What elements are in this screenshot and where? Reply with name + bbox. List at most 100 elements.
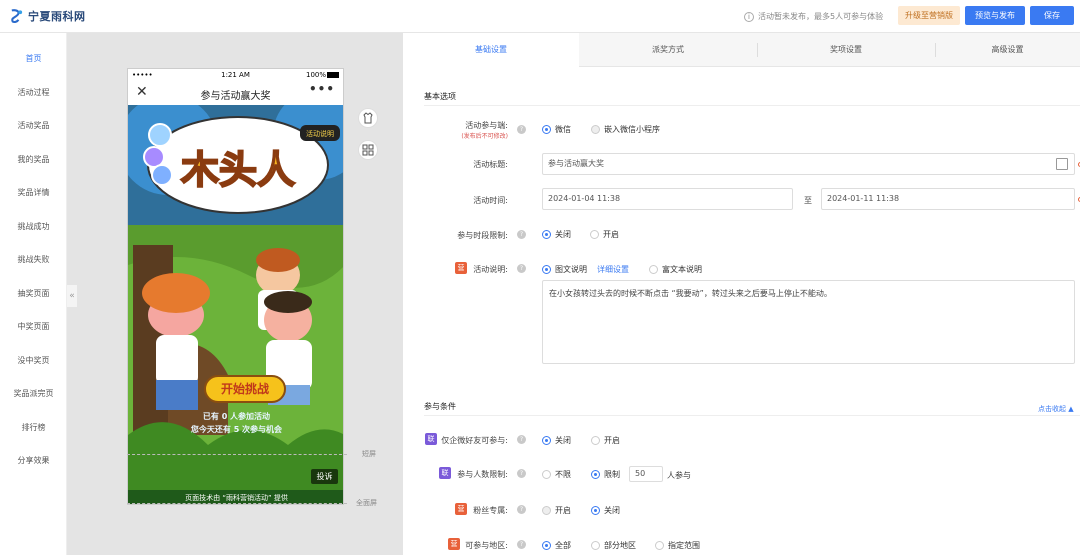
tab-advanced[interactable]: 高级设置 (935, 33, 1080, 67)
end-time-input[interactable]: 2024-01-11 11:38 (821, 188, 1075, 210)
more-icon[interactable]: ••• (309, 82, 335, 96)
radio-unchecked-icon (542, 470, 551, 479)
radio-friends-on[interactable]: 开启 (591, 435, 620, 446)
section-divider (424, 105, 1080, 106)
radio-fans-on-label: 开启 (555, 506, 571, 515)
preview-tools (358, 108, 378, 172)
radio-checked-icon (542, 436, 551, 445)
participant-label: 活动参与端: (发布后不可修改) (408, 120, 508, 140)
notice-text: 活动暂未发布，最多5人可参与体验 (758, 12, 884, 21)
radio-checked-icon (542, 541, 551, 550)
title-input[interactable]: 参与活动赢大奖 (542, 153, 1075, 175)
radio-fans-on[interactable]: 开启 (542, 505, 571, 516)
help-icon[interactable]: ? (517, 125, 526, 134)
collapse-sidebar-button[interactable]: « (67, 285, 77, 307)
logo[interactable]: 宁夏雨科网 (9, 8, 86, 24)
sidebar-item-prize-detail[interactable]: 奖品详情 (0, 187, 67, 198)
region-label: 可参与地区: (465, 541, 508, 550)
radio-wechat[interactable]: 微信 (542, 124, 571, 135)
poster-title-text: 木头人 (181, 148, 295, 192)
radio-fans-off-label: 关闭 (604, 506, 620, 515)
collapse-link[interactable]: 点击收起 ▲ (1038, 404, 1074, 414)
upgrade-button[interactable]: 升级至营销版 (898, 6, 960, 25)
start-challenge-button[interactable]: 开始挑战 (204, 375, 286, 403)
fans-only-label: 粉丝专属: (473, 506, 508, 515)
layout-icon[interactable] (358, 140, 378, 160)
radio-checked-icon (591, 470, 600, 479)
radio-unchecked-icon (542, 506, 551, 515)
radio-period-off-label: 关闭 (555, 230, 571, 239)
poster-image: 木头人 活动说明 开始挑战 已有 0 人参加活动 您今天还有 5 次参与机会 投… (128, 105, 343, 490)
sidebar-item-my-prizes[interactable]: 我的奖品 (0, 154, 67, 165)
full-screen-label: 全面屏 (356, 499, 377, 507)
tab-distribution[interactable]: 派奖方式 (579, 33, 757, 67)
sidebar-item-lottery[interactable]: 抽奖页面 (0, 288, 67, 299)
sidebar-item-prize-gone[interactable]: 奖品派完页 (0, 388, 67, 399)
radio-graphic-desc[interactable]: 图文说明 (542, 264, 587, 275)
radio-unchecked-icon (649, 265, 658, 274)
radio-friends-off-label: 关闭 (555, 436, 571, 445)
logo-mark-icon (11, 9, 23, 24)
title-label: 活动标题: (473, 160, 508, 169)
tab-prizes[interactable]: 奖项设置 (757, 33, 935, 67)
participants-count: 已有 0 人参加活动 (202, 412, 271, 421)
sidebar-item-process[interactable]: 活动过程 (0, 87, 67, 98)
sidebar-item-challenge-fail[interactable]: 挑战失败 (0, 254, 67, 265)
complain-button[interactable]: 投诉 (311, 469, 338, 484)
sidebar-item-challenge-success[interactable]: 挑战成功 (0, 221, 67, 232)
help-icon[interactable]: ? (517, 264, 526, 273)
radio-richtext-desc[interactable]: 富文本说明 (649, 264, 702, 275)
radio-region-range[interactable]: 指定范围 (655, 540, 700, 551)
preview-publish-button[interactable]: 预览与发布 (965, 6, 1025, 25)
theme-icon[interactable] (358, 108, 378, 128)
short-screen-label: 短屏 (362, 450, 376, 458)
radio-checked-icon (542, 265, 551, 274)
sidebar-item-leaderboard[interactable]: 排行榜 (0, 422, 67, 433)
top-bar: 宁夏雨科网 i 活动暂未发布，最多5人可参与体验 升级至营销版 预览与发布 保存 (0, 0, 1080, 33)
sidebar-item-win[interactable]: 中奖页面 (0, 321, 67, 332)
radio-checked-icon (542, 230, 551, 239)
section-basic-title: 基本选项 (424, 92, 456, 101)
sidebar-item-no-win[interactable]: 没中奖页 (0, 355, 67, 366)
publish-notice: i 活动暂未发布，最多5人可参与体验 (744, 11, 883, 22)
friends-only-label: 仅企微好友可参与: (441, 436, 508, 445)
help-icon[interactable]: ? (517, 540, 526, 549)
help-icon[interactable]: ? (517, 505, 526, 514)
phone-navbar: ✕ 参与活动赢大奖 ••• (128, 81, 343, 105)
participant-label-text: 活动参与端: (465, 121, 508, 130)
tab-basic[interactable]: 基础设置 (403, 33, 579, 67)
radio-richtext-desc-label: 富文本说明 (662, 265, 702, 274)
start-time-input[interactable]: 2024-01-04 11:38 (542, 188, 793, 210)
description-textarea[interactable]: 在小女孩转过头去的时候不断点击 “我要动”，转过头来之后要马上停止不能动。 (542, 280, 1075, 364)
text-format-icon[interactable] (1056, 158, 1068, 170)
radio-fans-off[interactable]: 关闭 (591, 505, 620, 516)
section-divider (424, 415, 1080, 416)
logo-text: 宁夏雨科网 (28, 10, 86, 23)
info-icon: i (744, 11, 754, 22)
radio-region-partial[interactable]: 部分地区 (591, 540, 636, 551)
battery-icon (327, 72, 339, 78)
radio-region-all[interactable]: 全部 (542, 540, 571, 551)
help-icon[interactable]: ? (517, 435, 526, 444)
sidebar-item-share[interactable]: 分享效果 (0, 455, 67, 466)
help-icon[interactable]: ? (517, 230, 526, 239)
sidebar-item-home[interactable]: 首页 (0, 53, 67, 64)
radio-friends-on-label: 开启 (604, 436, 620, 445)
remaining-chances: 您今天还有 5 次参与机会 (190, 425, 283, 434)
sidebar-item-prizes[interactable]: 活动奖品 (0, 120, 67, 131)
radio-region-range-label: 指定范围 (668, 541, 700, 550)
poster-badge-text: 活动说明 (306, 129, 334, 138)
radio-unlimited[interactable]: 不限 (542, 469, 571, 480)
page-sidebar: 首页 活动过程 活动奖品 我的奖品 奖品详情 挑战成功 挑战失败 抽奖页面 中奖… (0, 33, 67, 555)
radio-limit[interactable]: 限制 (591, 469, 620, 480)
help-icon[interactable]: ? (517, 469, 526, 478)
radio-checked-icon (591, 506, 600, 515)
limit-count-input[interactable]: 50 (629, 466, 663, 482)
radio-period-off[interactable]: 关闭 (542, 229, 571, 240)
save-button[interactable]: 保存 (1030, 6, 1074, 25)
settings-tabs: 基础设置 派奖方式 奖项设置 高级设置 (403, 33, 1080, 67)
detail-settings-link[interactable]: 详细设置 (597, 264, 629, 275)
radio-friends-off[interactable]: 关闭 (542, 435, 571, 446)
radio-period-on[interactable]: 开启 (590, 229, 619, 240)
radio-miniprogram[interactable]: 嵌入微信小程序 (591, 124, 660, 135)
